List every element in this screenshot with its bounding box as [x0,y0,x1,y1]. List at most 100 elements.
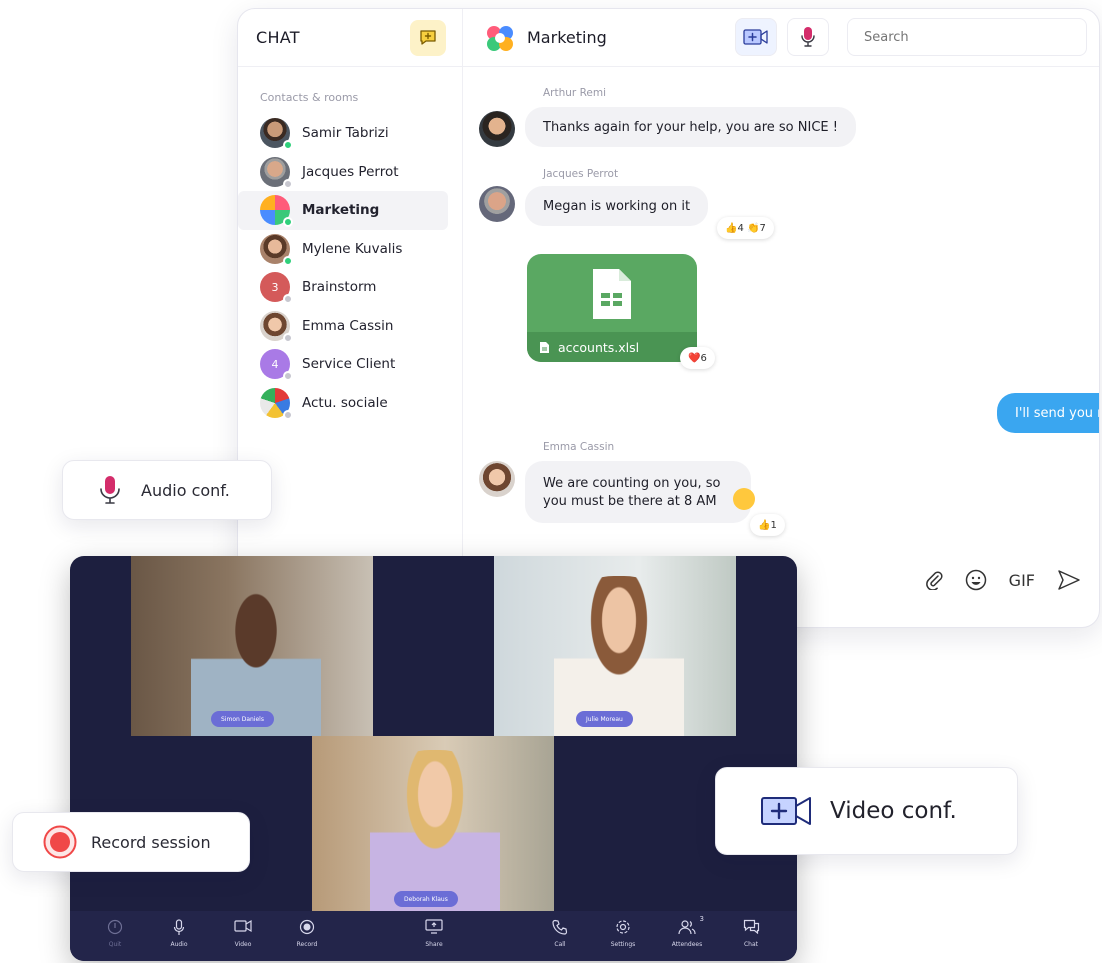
audio-conf-label: Audio conf. [141,480,230,500]
file-name-bar: accounts.xlsl [527,332,697,362]
contact-brainstorm[interactable]: 3 Brainstorm [238,268,448,307]
video-tile-participant-1: Simon Daniels [131,556,373,736]
video-conf-label: Video conf. [830,798,957,824]
audio-button[interactable]: Audio [154,919,204,948]
call-button[interactable]: Call [535,919,585,948]
record-button[interactable]: Record [282,919,332,948]
attendees-button[interactable]: Attendees 3 [662,915,712,948]
contact-name: Actu. sociale [302,394,388,411]
chat-title: CHAT [256,28,300,47]
reaction-text: ❤️6 [688,352,707,364]
composer-toolbar: GIF [925,569,1081,591]
attach-icon[interactable] [925,570,943,590]
audio-conf-card[interactable]: Audio conf. [62,460,272,520]
control-label: Quit [108,941,122,948]
video-call-button[interactable] [735,18,777,56]
file-attachment[interactable]: accounts.xlsl [527,254,697,362]
control-label: Share [425,941,443,948]
quit-button[interactable]: Quit [90,919,140,948]
contact-samir-tabrizi[interactable]: Samir Tabrizi [238,114,448,153]
video-conf-card[interactable]: Video conf. [715,767,1018,855]
video-button[interactable]: Video [218,919,268,948]
avatar [260,310,293,343]
reaction-badge[interactable]: 👍4 👏7 [717,217,774,239]
record-session-label: Record session [91,832,211,852]
avatar [260,195,293,228]
contact-badge: 4 [271,357,279,371]
share-button[interactable]: Share [409,919,459,948]
emoji-icon[interactable] [965,569,987,591]
video-controls-bar: Quit Audio Video Record Share Call Setti… [70,911,797,961]
message-bubble-mine: I'll send you my feedback. I Promise✋ [997,393,1099,433]
record-session-card[interactable]: Record session [12,812,250,872]
contact-jacques-perrot[interactable]: Jacques Perrot [238,153,448,192]
avatar: 4 [260,349,293,382]
screen-share-icon [425,919,443,934]
status-offline-dot [283,332,293,343]
message-bubble: Thanks again for your help, you are so N… [525,107,856,147]
status-online-dot [283,217,293,228]
contact-service-client[interactable]: 4 Service Client [238,345,448,384]
contact-mylene-kuvalis[interactable]: Mylene Kuvalis [238,230,448,269]
contact-marketing[interactable]: Marketing [238,191,448,230]
contacts-label: Contacts & rooms [260,91,359,104]
record-icon [299,919,315,935]
contact-name: Marketing [302,202,380,219]
chat-window: CHAT Contacts & rooms Samir Tabrizi Jacq… [237,8,1100,628]
status-online-dot [283,140,293,151]
microphone-icon [801,27,815,47]
contact-emma-cassin[interactable]: Emma Cassin [238,307,448,346]
reaction-text: 👍4 👏7 [725,222,766,234]
contact-actu-sociale[interactable]: Actu. sociale [238,384,448,423]
file-name: accounts.xlsl [558,339,640,355]
gear-icon [616,920,630,934]
new-chat-button[interactable] [410,19,446,56]
status-offline-dot [283,294,293,305]
quit-icon [107,919,123,935]
avatar [260,156,293,189]
contact-name: Mylene Kuvalis [302,240,403,257]
message-bubble: We are counting on you, so you must be t… [525,461,751,523]
message-text: you must be there at 8 AM [543,493,717,509]
control-label: Video [234,941,252,948]
message-text: Thanks again for your help, you are so N… [543,119,838,135]
contact-name: Service Client [302,356,396,373]
control-label: Settings [610,941,636,948]
contact-badge: 3 [271,280,279,294]
chat-main: Marketing Arthur Remi Thanks again for y… [463,9,1099,627]
status-offline-dot [283,178,293,189]
contact-name: Jacques Perrot [302,163,399,180]
avatar [260,233,293,266]
avatar [260,118,293,151]
attendees-count-badge: 3 [699,915,704,923]
avatar [479,461,515,497]
reaction-text: 👍1 [758,519,777,531]
message-bubble: Megan is working on it [525,186,709,226]
room-title: Marketing [527,28,607,47]
video-camera-icon [234,919,252,933]
chat-icon [743,919,759,934]
status-offline-dot [283,371,293,382]
record-icon [43,825,77,859]
status-online-dot [283,255,293,266]
settings-button[interactable]: Settings [598,919,648,948]
audio-call-button[interactable] [787,18,829,56]
contact-name: Samir Tabrizi [302,125,389,142]
status-offline-dot [283,409,293,420]
gif-button[interactable]: GIF [1009,571,1035,590]
send-icon[interactable] [1057,569,1081,591]
video-tile-participant-2: Julie Moreau [494,556,736,736]
contact-name: Brainstorm [302,279,377,296]
control-label: Audio [170,941,188,948]
avatar [479,186,515,222]
reaction-badge[interactable]: ❤️6 [680,347,715,369]
microphone-icon [100,476,120,504]
avatar: 3 [260,272,293,305]
reaction-badge[interactable]: 👍1 [750,514,785,536]
chat-button[interactable]: Chat [726,919,776,948]
message-sender: Emma Cassin [543,441,615,453]
search-input[interactable] [847,18,1087,56]
message-text: We are counting on you, so [543,475,721,491]
contact-name: Emma Cassin [302,317,394,334]
phone-icon [552,919,568,935]
